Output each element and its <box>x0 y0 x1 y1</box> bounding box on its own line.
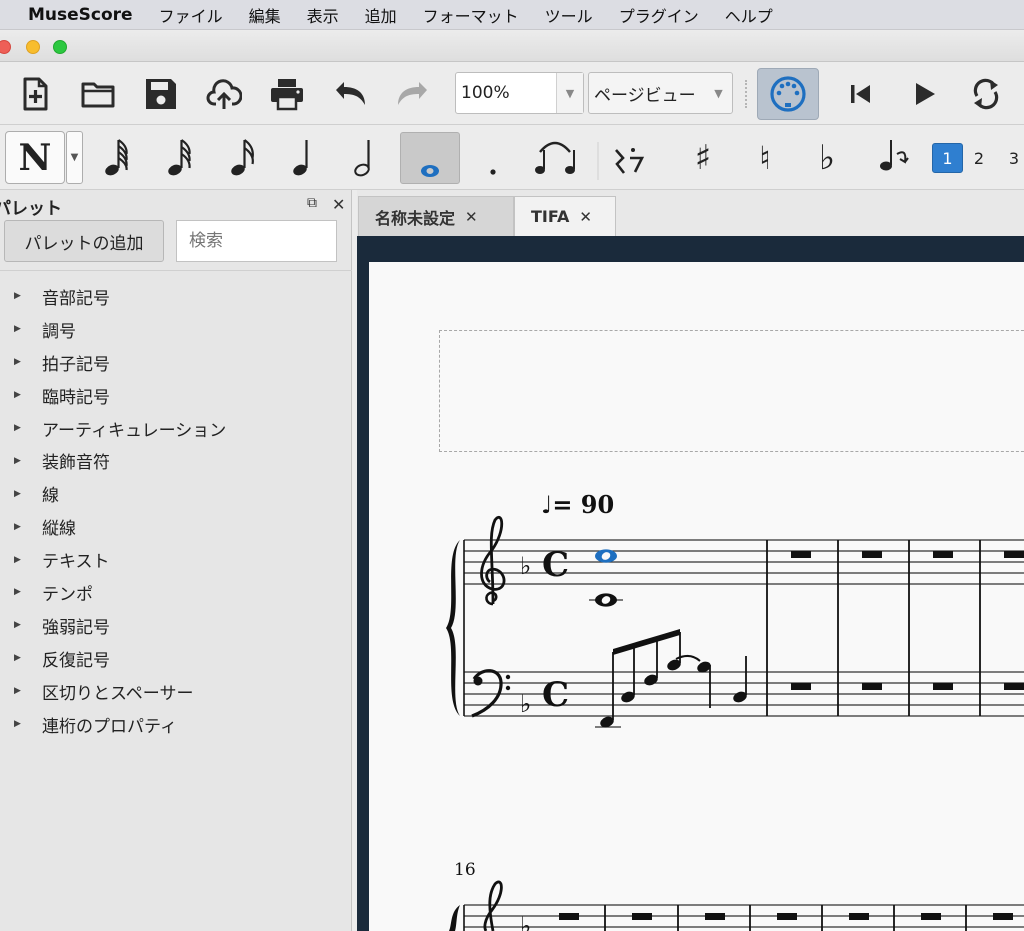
whole-note[interactable] <box>589 593 623 607</box>
whole-note-selected[interactable] <box>595 549 617 563</box>
key-signature-treble[interactable]: ♭ <box>520 552 531 580</box>
key-signature-bass[interactable]: ♭ <box>520 690 531 718</box>
grand-staff-brace <box>446 540 460 716</box>
bass-clef[interactable] <box>471 669 511 718</box>
time-signature-bass[interactable]: C <box>542 675 569 715</box>
key-signature-treble[interactable]: ♭ <box>520 912 531 931</box>
beamed-notes[interactable] <box>595 629 682 729</box>
grand-staff-brace <box>449 905 460 931</box>
quarter-note[interactable] <box>696 660 713 708</box>
quarter-note[interactable] <box>732 656 749 704</box>
treble-clef[interactable] <box>483 880 503 931</box>
time-signature-treble[interactable]: C <box>542 545 569 585</box>
treble-clef[interactable] <box>480 516 506 606</box>
score-notation[interactable]: ♭ ♭ C C ♭ <box>0 0 1024 931</box>
whole-rests[interactable] <box>791 551 1024 690</box>
